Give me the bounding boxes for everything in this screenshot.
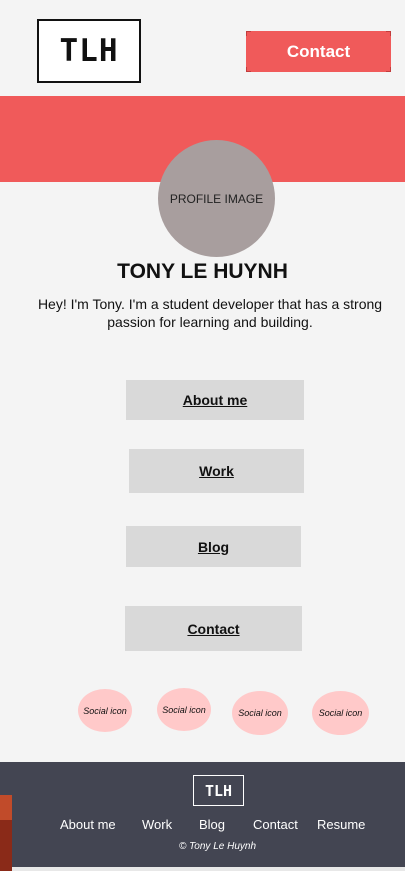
work-label: Work (199, 463, 234, 479)
site-footer: TLH About me Work Blog Contact Resume © … (0, 762, 405, 867)
contact-label: Contact (187, 620, 240, 637)
footer-link-contact[interactable]: Contact (253, 817, 298, 832)
profile-image-label: PROFILE IMAGE (169, 191, 264, 206)
header-contact-label: Contact (286, 41, 351, 61)
social-icon-2[interactable]: Social icon (157, 688, 211, 731)
logo[interactable]: TLH (37, 19, 141, 83)
footer-logo-text: TLH (204, 781, 233, 800)
social-icon-label: Social icon (238, 708, 282, 718)
social-icon-label: Social icon (318, 708, 363, 718)
footer-logo[interactable]: TLH (193, 775, 244, 806)
social-icon-label: Social icon (162, 704, 206, 715)
work-button[interactable]: Work (129, 449, 304, 493)
profile-bio: Hey! I'm Tony. I'm a student developer t… (37, 296, 383, 330)
page: TLH Contact PROFILE IMAGE TONY LE HUYNH … (0, 0, 405, 871)
edge-decoration-dark (0, 820, 12, 871)
header-contact-button[interactable]: Contact (246, 31, 391, 72)
contact-button[interactable]: Contact (125, 606, 302, 651)
bottom-strip (0, 867, 405, 871)
footer-copyright: © Tony Le Huynh (178, 841, 257, 852)
social-icon-1[interactable]: Social icon (78, 689, 132, 732)
site-header: TLH Contact (0, 0, 405, 96)
profile-image: PROFILE IMAGE (158, 140, 275, 257)
about-me-button[interactable]: About me (126, 380, 304, 420)
profile-name: TONY LE HUYNH (117, 260, 288, 283)
footer-link-resume[interactable]: Resume (317, 817, 365, 832)
social-icon-label: Social icon (83, 705, 127, 716)
social-icon-3[interactable]: Social icon (232, 691, 288, 735)
footer-link-blog[interactable]: Blog (199, 817, 225, 832)
social-icon-4[interactable]: Social icon (312, 691, 369, 735)
footer-link-about[interactable]: About me (60, 817, 116, 832)
about-me-label: About me (182, 392, 248, 408)
footer-link-work[interactable]: Work (142, 817, 172, 832)
blog-button[interactable]: Blog (126, 526, 301, 567)
logo-text: TLH (59, 33, 119, 69)
blog-label: Blog (197, 538, 230, 555)
